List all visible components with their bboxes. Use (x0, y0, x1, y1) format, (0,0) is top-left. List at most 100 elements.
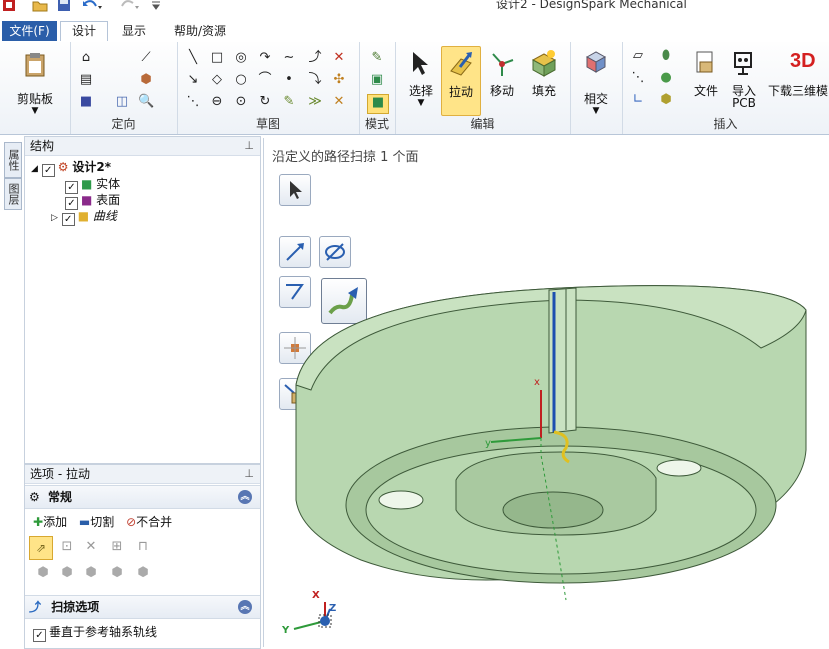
option-icon-a[interactable]: ⬢ (35, 565, 51, 581)
spin-icon[interactable]: ⬢ (138, 72, 154, 88)
root-checkbox[interactable]: ✓ (41, 164, 55, 177)
option-icon-e[interactable]: ⬢ (135, 565, 151, 581)
curves-checkbox[interactable]: ✓ (61, 213, 75, 226)
import-pcb-line2[interactable]: PCB (726, 96, 762, 110)
nomerge-option[interactable]: ⊘不合并 (126, 515, 172, 529)
tree-root[interactable]: ◢ ✓ ⚙ 设计2* (31, 159, 111, 177)
sketch-mode-icon[interactable]: ✎ (369, 50, 385, 66)
trim-tool-icon[interactable]: ⤴ (307, 50, 323, 66)
dimension-icon[interactable]: ⊓ (135, 539, 151, 555)
collapse-icon[interactable]: ︽ (238, 490, 252, 504)
sweep-section-header[interactable]: ⤴ 扫掠选项 ︽ (25, 595, 260, 619)
intersect-dropdown-icon[interactable]: ▼ (570, 106, 622, 116)
save-icon[interactable] (57, 0, 71, 12)
polygon-tool-icon[interactable]: ◇ (209, 72, 225, 88)
rectangle-tool-icon[interactable]: □ (209, 50, 225, 66)
three-point-arc-icon[interactable]: ↻ (257, 94, 273, 110)
plane-icon[interactable]: ▱ (630, 48, 646, 64)
cylinder-icon[interactable]: ⬮ (658, 48, 674, 64)
pull-tool-icon (450, 52, 472, 76)
construction-line-icon[interactable]: ⋱ (185, 94, 201, 110)
clipboard-icon[interactable] (24, 52, 46, 78)
shell-icon[interactable]: ⬢ (658, 92, 674, 108)
add-option[interactable]: ✚添加 (33, 515, 67, 529)
move-button[interactable]: 移动 (483, 82, 521, 99)
solids-label: 实体 (96, 177, 121, 191)
axis-icon[interactable]: ⋱ (630, 70, 646, 86)
tangent-line-icon[interactable]: ↘ (185, 72, 201, 88)
collapse-arrow-icon[interactable]: ◢ (31, 164, 38, 174)
up-to-icon[interactable]: ⊡ (59, 539, 75, 555)
perpendicular-option[interactable]: ✓ 垂直于参考轴系轨线 (33, 623, 157, 642)
tab-display[interactable]: 显示 (122, 22, 146, 41)
tab-help-resources[interactable]: 帮助/资源 (174, 22, 226, 41)
structure-title: 结构 (30, 139, 55, 153)
view-cube-icon[interactable]: ■ (78, 94, 94, 110)
3d-mode-icon[interactable]: ■ (367, 94, 389, 114)
options-pin-icon[interactable]: ⊥ (244, 465, 254, 483)
tab-design[interactable]: 设计 (60, 21, 108, 41)
pivot-icon[interactable]: ✕ (83, 539, 99, 555)
insert-file-button[interactable]: 文件 (688, 82, 724, 99)
point-tool-icon[interactable]: • (281, 72, 297, 88)
arc-tool-icon[interactable]: ↷ (257, 50, 273, 66)
trim-away-icon[interactable]: ✕ (331, 50, 347, 66)
intersect-button[interactable]: 相交 (570, 90, 622, 107)
perpendicular-checkbox[interactable]: ✓ (33, 629, 46, 642)
expand-arrow-icon[interactable]: ▷ (51, 213, 58, 223)
group-mode: ✎ ▣ ■ 模式 (359, 42, 396, 134)
zoom-icon[interactable]: 🔍 (138, 94, 154, 110)
offset-tool-icon[interactable]: ⤵ (307, 72, 323, 88)
tree-item-surfaces[interactable]: ✓ ■ 表面 (65, 192, 120, 210)
clipboard-dropdown-icon[interactable]: ▼ (0, 106, 70, 116)
3d-viewport[interactable]: 沿定义的路径扫掠 1 个面 x y X Z Y (263, 138, 829, 647)
pull-button[interactable]: 拉动 (441, 46, 481, 116)
customize-qa-icon[interactable] (150, 0, 162, 12)
general-section-header[interactable]: ⚙ 常规 ︽ (25, 485, 260, 509)
option-icon-d[interactable]: ⬢ (109, 565, 125, 581)
home-view-icon[interactable]: ⌂ (78, 50, 94, 66)
split-tool-icon[interactable]: ✣ (331, 72, 347, 88)
tree-item-solids[interactable]: ✓ ■ 实体 (65, 176, 121, 194)
cut-option[interactable]: ▬切割 (79, 515, 114, 529)
triad-y-label: Y (282, 625, 290, 636)
bend-tool-icon[interactable]: ≫ (307, 94, 323, 110)
redo-icon[interactable] (119, 0, 139, 12)
tab-layers[interactable]: 图层 (4, 178, 22, 210)
open-folder-icon[interactable] (32, 0, 48, 12)
pin-icon[interactable]: ⊥ (244, 137, 254, 155)
plan-view-icon[interactable]: ▤ (78, 72, 94, 88)
window-title: 设计2 - DesignSpark Mechanical (496, 0, 687, 11)
section-mode-icon[interactable]: ▣ (369, 72, 385, 88)
fill-button[interactable]: 填充 (525, 82, 563, 99)
select-dropdown-icon[interactable]: ▼ (401, 98, 441, 108)
option-icon-b[interactable]: ⬢ (59, 565, 75, 581)
origin-icon[interactable]: ∟ (630, 92, 646, 108)
line-tool-icon[interactable]: ╲ (185, 50, 201, 66)
three-point-circle-icon[interactable]: ⊙ (233, 94, 249, 110)
select-button[interactable]: 选择 (401, 82, 441, 99)
undo-icon[interactable] (82, 0, 102, 12)
create-corner-icon[interactable]: ✕ (331, 94, 347, 110)
pan-icon[interactable]: ⟋ (138, 50, 154, 66)
circle-tool-icon[interactable]: ◎ (233, 50, 249, 66)
slot-tool-icon[interactable]: ⊖ (209, 94, 225, 110)
download-3d-button[interactable]: 下载三维模 (768, 82, 829, 99)
select-direction-icon[interactable]: ⇗ (29, 536, 53, 560)
sphere-icon[interactable]: ● (658, 70, 674, 86)
project-tool-icon[interactable]: ✎ (281, 94, 297, 110)
ruler-icon[interactable]: ⊞ (109, 539, 125, 555)
tab-file[interactable]: 文件(F) (2, 21, 57, 41)
move-tool-icon (492, 53, 514, 76)
tab-properties[interactable]: 属性 (4, 142, 22, 178)
sweep-arc-icon[interactable]: ⌒ (257, 72, 273, 88)
structure-header: 结构 ⊥ (25, 137, 260, 156)
clipboard-button[interactable]: 剪贴板 (0, 90, 70, 107)
options-panel: 选项 - 拉动 ⊥ ⚙ 常规 ︽ ✚添加 ▬切割 ⊘不合并 ⇗ ⊡ ✕ ⊞ ⊓ … (24, 464, 261, 649)
tree-item-curves[interactable]: ▷ ✓ ■ 曲线 (51, 208, 117, 226)
select-view-icon[interactable]: ◫ (114, 94, 130, 110)
sweep-collapse-icon[interactable]: ︽ (238, 600, 252, 614)
option-icon-c[interactable]: ⬢ (83, 565, 99, 581)
spline-tool-icon[interactable]: ∼ (281, 50, 297, 66)
ellipse-tool-icon[interactable]: ○ (233, 72, 249, 88)
